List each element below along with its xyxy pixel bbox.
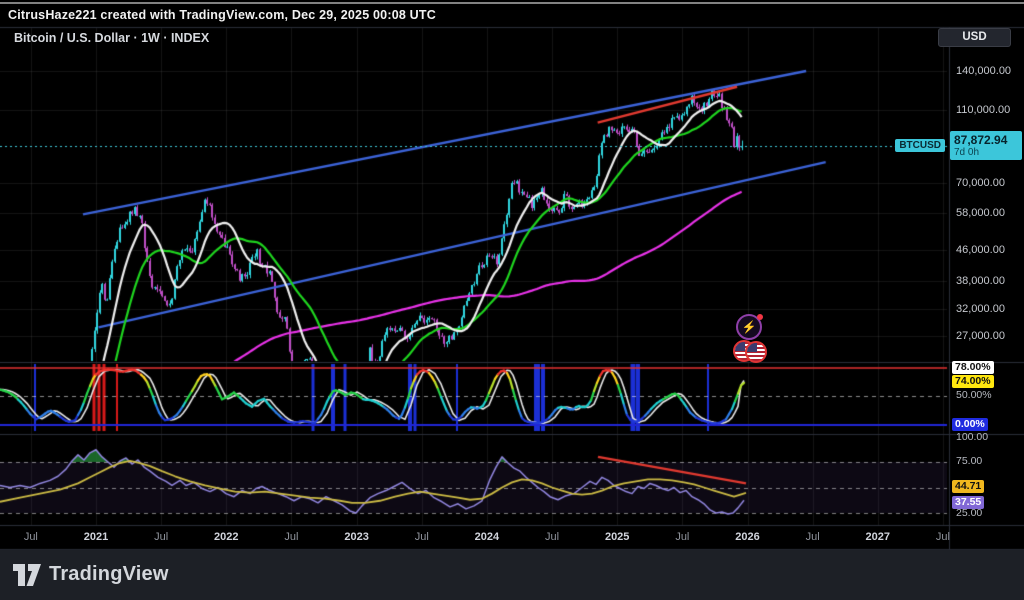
notification-dot [757,314,763,320]
price-axis-label: 46,000.00 [956,244,1005,256]
price-axis-label: 70,000.00 [956,177,1005,189]
price-axis-label: 58,000.00 [956,207,1005,219]
time-axis-label: 2023 [344,531,368,543]
price-axis-label: 27,000.00 [956,330,1005,342]
indicator-value-label: 75.00 [956,455,982,468]
attribution-text: CitrusHaze221 created with TradingView.c… [8,8,436,22]
time-axis-label: Jul [284,531,298,543]
tradingview-mark-icon [13,564,41,586]
time-axis-label: 2025 [605,531,629,543]
us-flag-pair-icon [733,340,769,364]
top-bar: CitrusHaze221 created with TradingView.c… [0,0,1024,26]
time-axis-label: 2024 [475,531,499,543]
indicator-value-label: 78.00% [952,361,994,374]
last-price-value: 87,872.94 [954,133,1018,147]
time-axis-label: Jul [806,531,820,543]
chart-canvas[interactable] [0,0,1024,600]
indicator-value-label: 50.00% [956,389,992,402]
lightning-glyph-icon: ⚡ [742,321,757,333]
tradingview-logo[interactable]: TradingView [13,563,169,586]
indicator-value-label: 44.71 [952,480,984,493]
price-axis-label: 110,000.00 [956,104,1010,116]
price-axis-label: 32,000.00 [956,303,1005,315]
time-axis-label: Jul [415,531,429,543]
time-axis-label: 2021 [84,531,108,543]
price-axis-label: 140,000.00 [956,65,1011,77]
tradingview-chart-window: CitrusHaze221 created with TradingView.c… [0,0,1024,600]
tradingview-brand-text: TradingView [49,563,169,586]
time-axis-label: Jul [24,531,38,543]
time-axis-label: 2022 [214,531,238,543]
time-axis-label: Jul [154,531,168,543]
time-axis-label: Jul [545,531,559,543]
boost-lightning-icon[interactable]: ⚡ [736,314,762,340]
time-axis-label: Jul [675,531,689,543]
top-border-line [0,2,1024,4]
currency-usd-button[interactable]: USD [938,28,1011,47]
time-axis-label: 2026 [735,531,759,543]
symbol-title[interactable]: Bitcoin / U.S. Dollar · 1W · INDEX [14,31,209,45]
last-price-box: 87,872.94 7d 0h [950,131,1022,160]
symbol-price-tag: BTCUSD [895,139,945,152]
price-axis-label: 38,000.00 [956,275,1005,287]
indicator-value-label: 100.00 [956,431,988,444]
indicator-value-label: 25.00 [956,507,982,520]
indicator-value-label: 0.00% [952,418,988,431]
time-axis-label: 2027 [866,531,890,543]
bar-countdown: 7d 0h [954,147,1018,158]
indicator-value-label: 74.00% [952,375,994,388]
footer-bar: TradingView [0,550,1024,600]
time-axis-label: Jul [936,531,950,543]
us-flag-circle-icon [745,341,767,363]
